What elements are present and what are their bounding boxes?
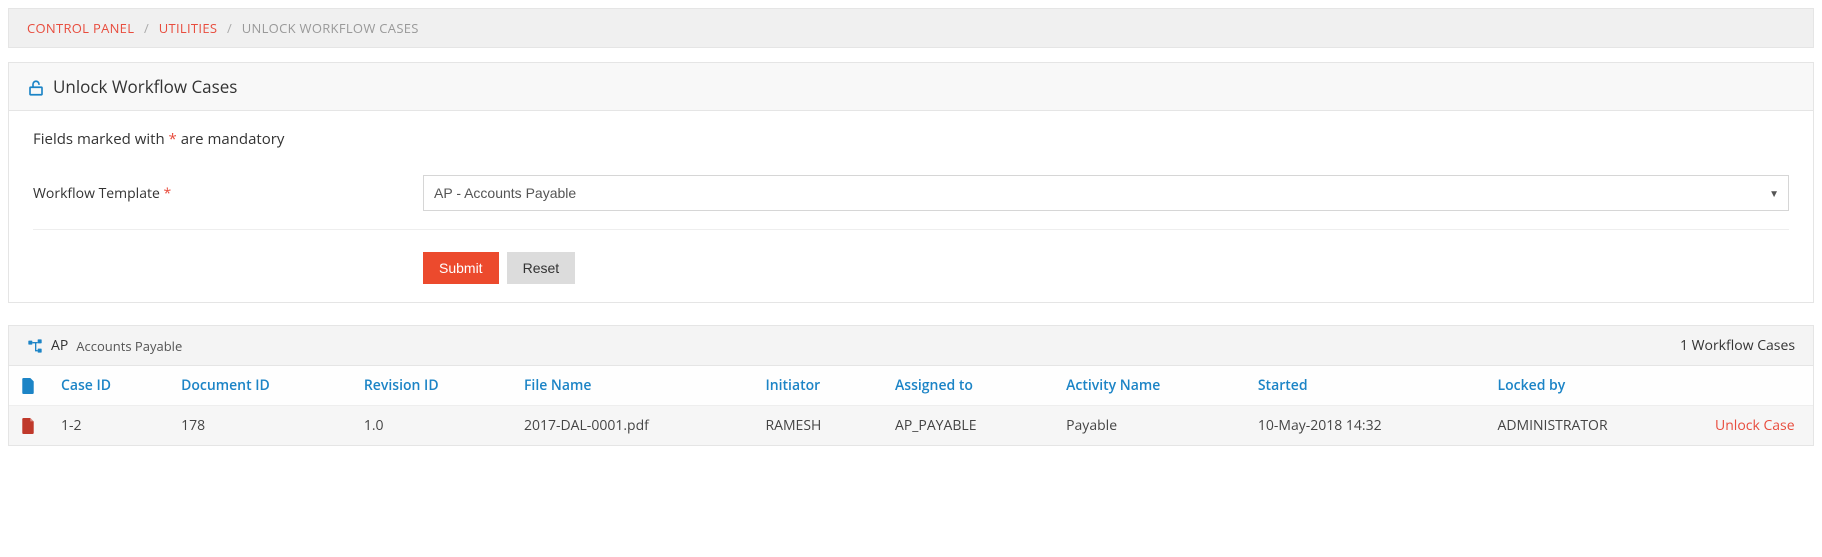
cell-file-name: 2017-DAL-0001.pdf [512,406,753,446]
breadcrumb-current: UNLOCK WORKFLOW CASES [242,19,419,37]
cell-locked-by: ADMINISTRATOR [1486,406,1704,446]
cell-activity-name: Payable [1054,406,1246,446]
mandatory-note: Fields marked with * are mandatory [33,129,1789,149]
submit-button[interactable]: Submit [423,252,499,284]
results-header: AP Accounts Payable 1 Workflow Cases [9,326,1813,366]
cell-assigned-to: AP_PAYABLE [883,406,1054,446]
col-file-name[interactable]: File Name [512,366,753,406]
workflow-icon [27,336,43,355]
unlock-workflow-panel: Unlock Workflow Cases Fields marked with… [8,62,1814,303]
required-asterisk: * [163,184,171,203]
breadcrumb-separator: / [227,19,232,37]
cell-case-id: 1-2 [49,406,169,446]
results-code: AP [51,336,68,355]
breadcrumb: CONTROL PANEL / UTILITIES / UNLOCK WORKF… [8,8,1814,48]
breadcrumb-link-utilities[interactable]: UTILITIES [159,19,218,37]
col-file-icon [9,366,49,406]
unlock-case-link[interactable]: Unlock Case [1715,416,1795,435]
col-activity-name[interactable]: Activity Name [1054,366,1246,406]
panel-header: Unlock Workflow Cases [9,63,1813,111]
breadcrumb-link-control-panel[interactable]: CONTROL PANEL [27,19,134,37]
file-icon [21,376,35,395]
col-document-id[interactable]: Document ID [169,366,352,406]
mandatory-note-pre: Fields marked with [33,129,169,149]
cell-document-id: 178 [169,406,352,446]
col-action [1703,366,1813,406]
cell-revision-id: 1.0 [352,406,512,446]
results-panel: AP Accounts Payable 1 Workflow Cases Cas… [8,325,1814,446]
col-revision-id[interactable]: Revision ID [352,366,512,406]
col-case-id[interactable]: Case ID [49,366,169,406]
pdf-icon [21,416,35,435]
divider [33,229,1789,230]
panel-title: Unlock Workflow Cases [53,75,237,98]
results-table: Case ID Document ID Revision ID File Nam… [9,366,1813,445]
reset-button[interactable]: Reset [507,252,576,284]
cell-initiator: RAMESH [753,406,883,446]
col-started[interactable]: Started [1246,366,1486,406]
table-row: 1-2 178 1.0 2017-DAL-0001.pdf RAMESH AP_… [9,406,1813,446]
unlock-icon [27,75,45,98]
results-count: 1 Workflow Cases [1680,336,1795,355]
col-assigned-to[interactable]: Assigned to [883,366,1054,406]
workflow-template-row: Workflow Template * AP - Accounts Payabl… [33,175,1789,211]
workflow-template-select[interactable]: AP - Accounts Payable [423,175,1789,211]
panel-body: Fields marked with * are mandatory Workf… [9,111,1813,302]
breadcrumb-separator: / [144,19,149,37]
workflow-template-label: Workflow Template * [33,184,423,203]
mandatory-asterisk: * [169,129,177,149]
workflow-template-label-text: Workflow Template [33,184,163,203]
form-buttons: Submit Reset [33,252,1789,284]
col-initiator[interactable]: Initiator [753,366,883,406]
col-locked-by[interactable]: Locked by [1486,366,1704,406]
mandatory-note-post: are mandatory [177,129,285,149]
cell-started: 10-May-2018 14:32 [1246,406,1486,446]
results-name: Accounts Payable [76,337,182,355]
